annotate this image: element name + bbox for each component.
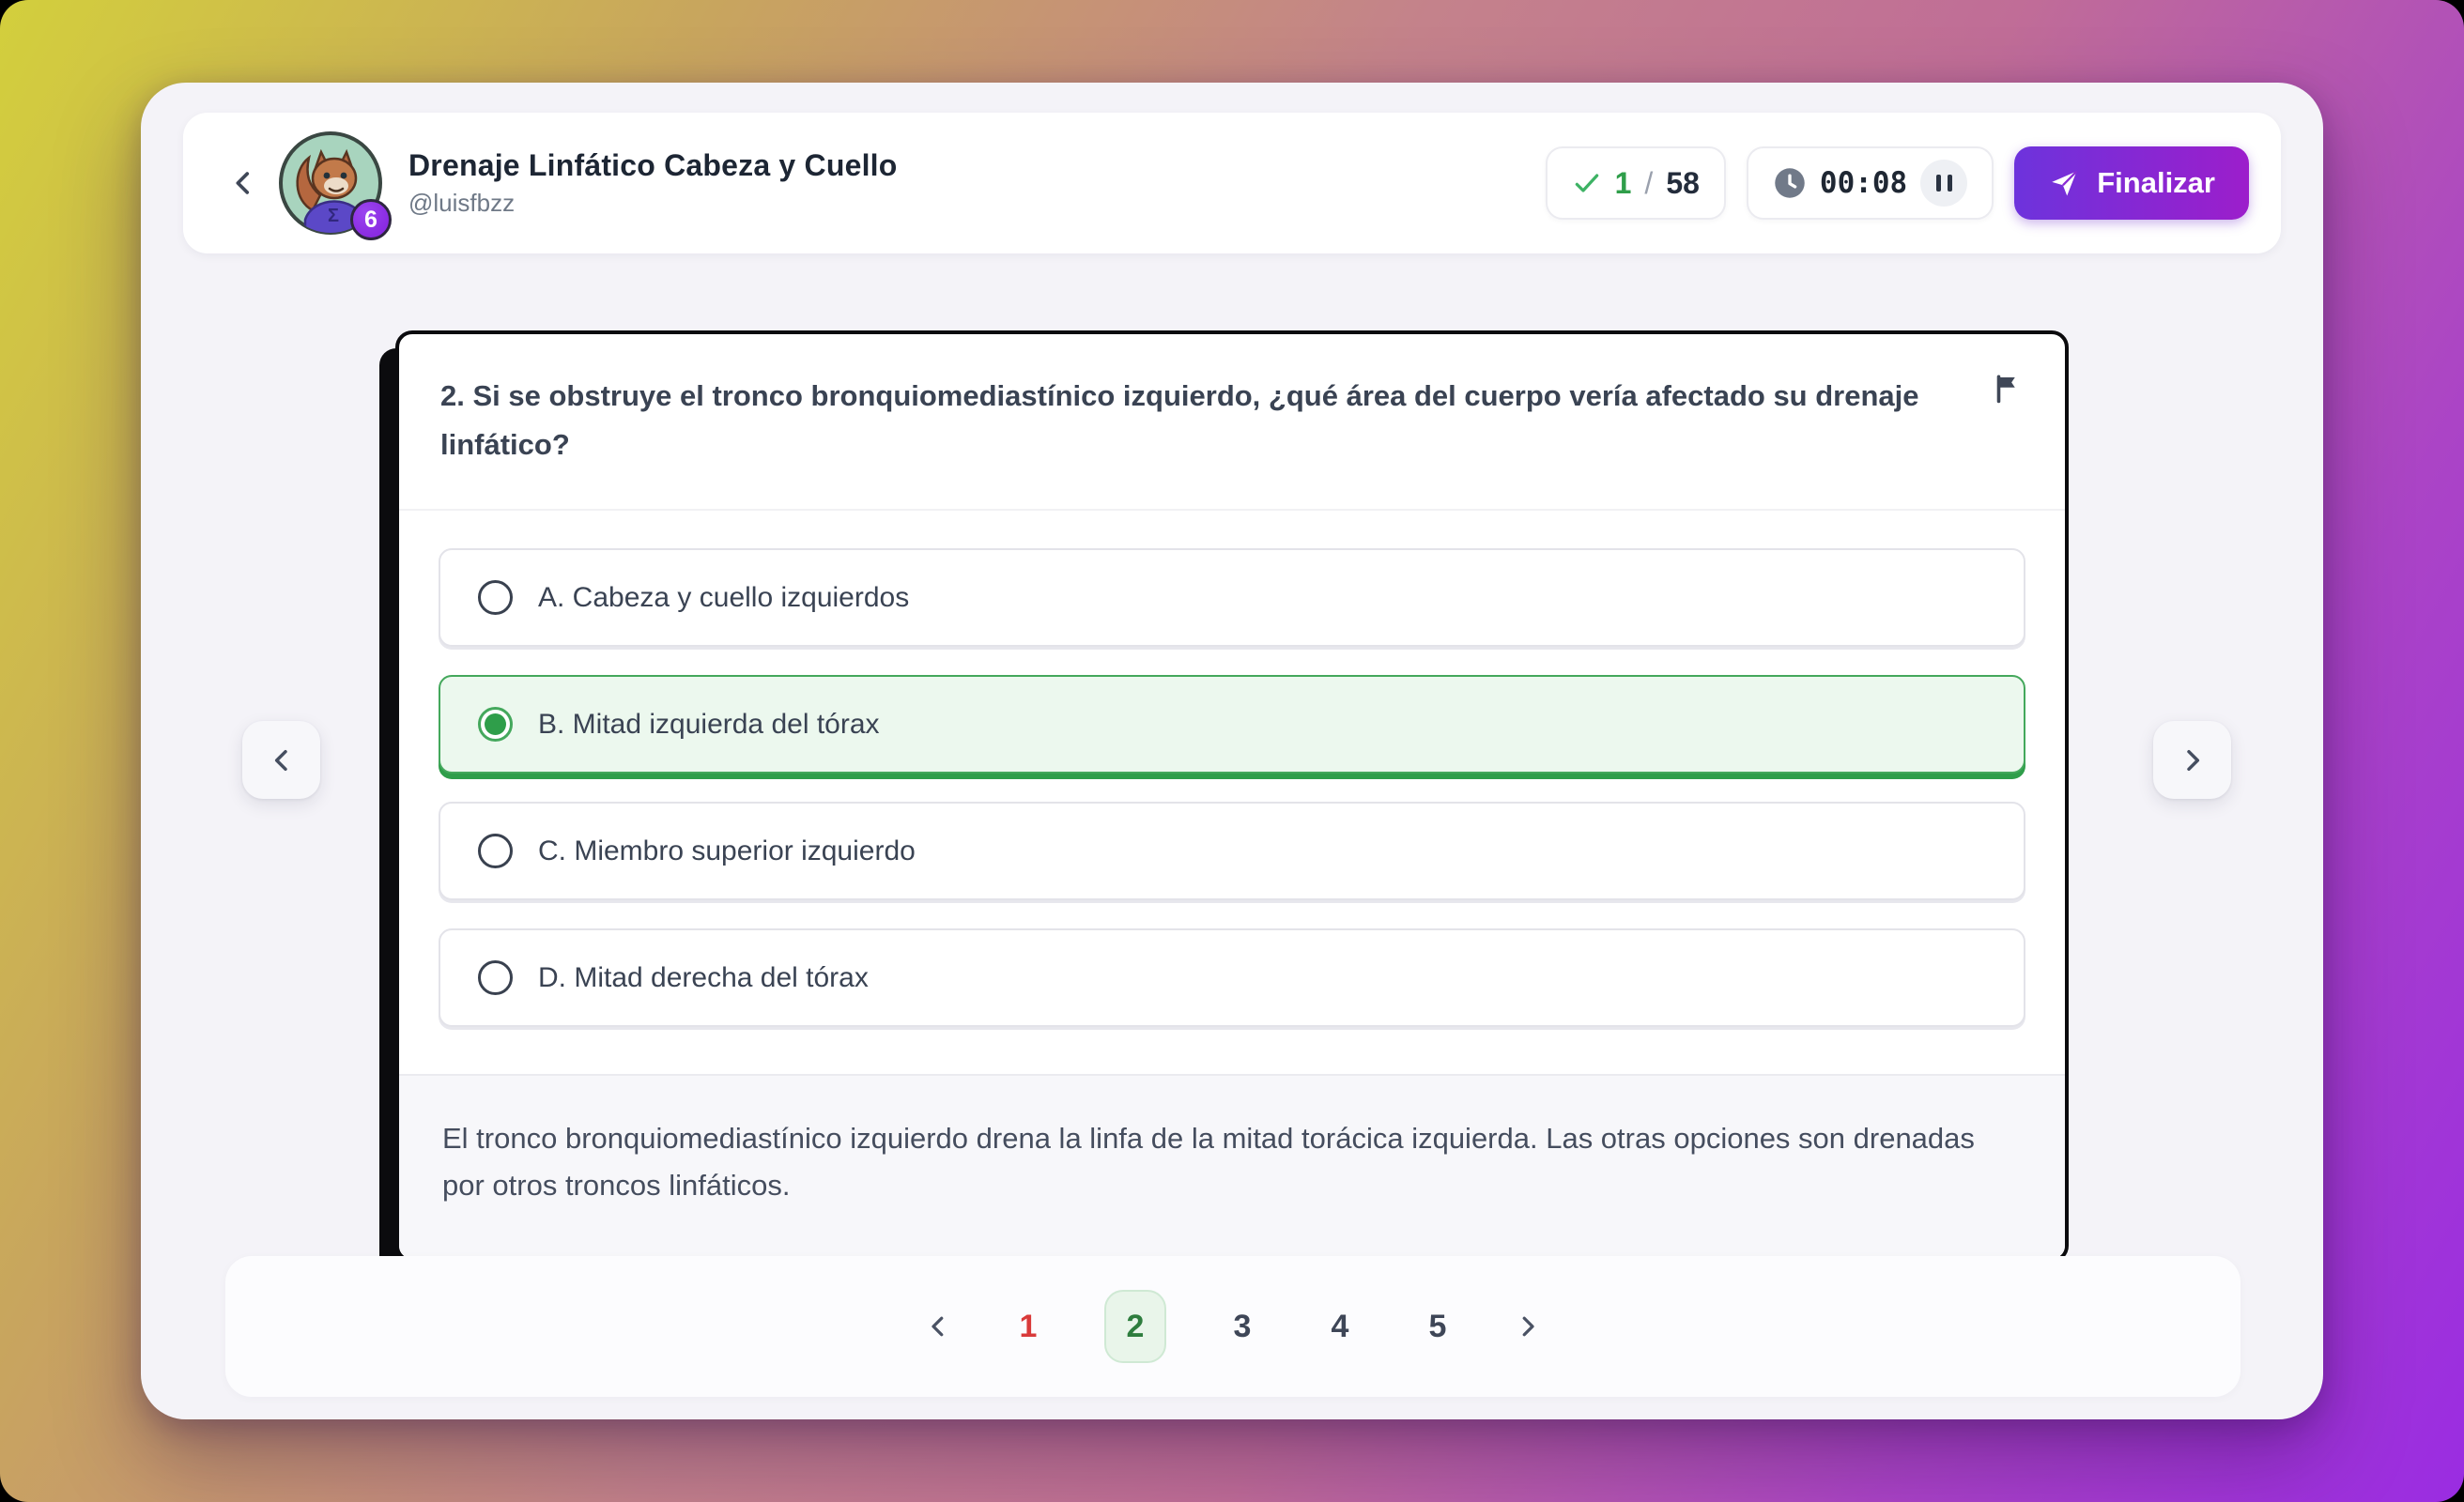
progress-separator: / <box>1644 166 1653 201</box>
prev-question-button[interactable] <box>242 721 320 799</box>
check-icon <box>1572 168 1602 198</box>
radio-selected-icon <box>478 707 513 742</box>
answer-option-a[interactable]: A. Cabeza y cuello izquierdos <box>439 548 2025 647</box>
progress-total: 58 <box>1666 166 1700 201</box>
avatar: Σ 6 <box>277 130 384 237</box>
svg-text:Σ: Σ <box>328 206 339 226</box>
progress-current: 1 <box>1615 166 1632 201</box>
header-bar: Σ 6 Drenaje Linfático Cabeza y Cuello @l… <box>183 113 2281 253</box>
answer-option-label: A. Cabeza y cuello izquierdos <box>538 582 909 614</box>
timer-pill: 00:08 <box>1747 146 1994 220</box>
quiz-titles: Drenaje Linfático Cabeza y Cuello @luisf… <box>408 148 898 218</box>
chevron-left-icon <box>924 1312 952 1341</box>
pagination-next-button[interactable] <box>1514 1312 1542 1341</box>
answer-options: A. Cabeza y cuello izquierdos B. Mitad i… <box>399 511 2065 1074</box>
answer-option-label: B. Mitad izquierda del tórax <box>538 709 880 741</box>
pause-icon <box>1936 175 1952 192</box>
level-badge: 6 <box>350 199 392 240</box>
pagination-bar: 1 2 3 4 5 <box>225 1256 2241 1397</box>
finish-button-label: Finalizar <box>2097 166 2215 200</box>
chevron-right-icon <box>2178 745 2208 775</box>
answer-option-label: C. Miembro superior izquierdo <box>538 835 916 867</box>
radio-icon <box>478 960 513 995</box>
clock-icon <box>1773 166 1807 200</box>
radio-icon <box>478 834 513 868</box>
chevron-left-icon <box>267 745 297 775</box>
answer-option-label: D. Mitad derecha del tórax <box>538 962 869 994</box>
chevron-left-icon <box>227 167 259 199</box>
answer-option-d[interactable]: D. Mitad derecha del tórax <box>439 928 2025 1027</box>
app-background: Σ 6 Drenaje Linfático Cabeza y Cuello @l… <box>0 0 2464 1502</box>
page-button-4[interactable]: 4 <box>1318 1290 1362 1363</box>
pause-button[interactable] <box>1920 160 1967 207</box>
send-icon <box>2048 167 2080 199</box>
page-button-5[interactable]: 5 <box>1416 1290 1459 1363</box>
question-text: 2. Si se obstruye el tronco bronquiomedi… <box>440 372 1924 469</box>
quiz-author: @luisfbzz <box>408 189 898 218</box>
page-button-2-active[interactable]: 2 <box>1104 1290 1166 1363</box>
next-question-button[interactable] <box>2153 721 2231 799</box>
question-header: 2. Si se obstruye el tronco bronquiomedi… <box>399 334 2065 511</box>
quiz-title: Drenaje Linfático Cabeza y Cuello <box>408 148 898 183</box>
finish-button[interactable]: Finalizar <box>2014 146 2249 220</box>
page-button-3[interactable]: 3 <box>1221 1290 1264 1363</box>
page-button-1[interactable]: 1 <box>1007 1290 1050 1363</box>
flag-icon[interactable] <box>1992 372 2025 406</box>
quiz-app-card: Σ 6 Drenaje Linfático Cabeza y Cuello @l… <box>141 83 2323 1419</box>
answer-option-c[interactable]: C. Miembro superior izquierdo <box>439 802 2025 900</box>
explanation-text: El tronco bronquiomediastínico izquierdo… <box>399 1074 2065 1258</box>
back-button[interactable] <box>215 155 271 211</box>
answer-option-b-selected[interactable]: B. Mitad izquierda del tórax <box>439 675 2025 774</box>
radio-icon <box>478 580 513 615</box>
timer-value: 00:08 <box>1820 166 1907 200</box>
progress-pill: 1 / 58 <box>1546 146 1726 220</box>
chevron-right-icon <box>1514 1312 1542 1341</box>
pagination-prev-button[interactable] <box>924 1312 952 1341</box>
question-card: 2. Si se obstruye el tronco bronquiomedi… <box>395 330 2069 1263</box>
